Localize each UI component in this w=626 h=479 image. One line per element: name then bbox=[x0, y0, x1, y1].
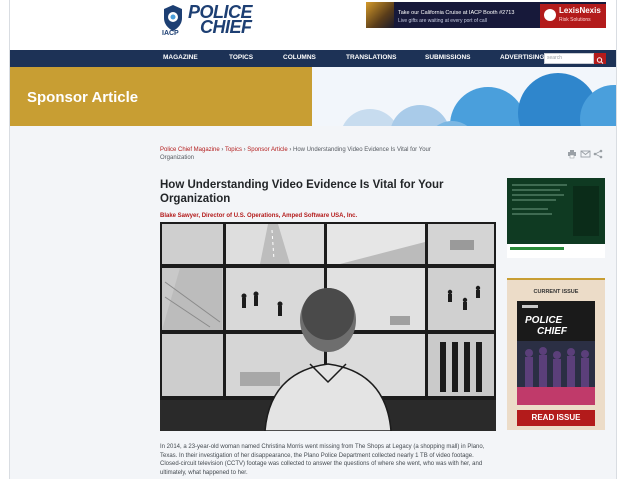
email-icon[interactable] bbox=[580, 150, 591, 158]
breadcrumb-link-topics[interactable]: Topics bbox=[225, 147, 242, 153]
search-icon bbox=[596, 57, 604, 64]
cctv-monitor-wall-image bbox=[160, 222, 496, 431]
banner-thumbnail bbox=[366, 2, 394, 28]
logo-word-chief: CHIEF bbox=[200, 17, 252, 37]
article-body-paragraph: In 2014, a 23-year-old woman named Chris… bbox=[160, 444, 485, 476]
breadcrumb-separator: › bbox=[221, 147, 224, 153]
lexisnexis-name: LexisNexis bbox=[559, 6, 601, 15]
current-issue-widget: CURRENT ISSUE POLICE CHIEF READ ISSUE bbox=[507, 278, 605, 430]
nav-item-translations[interactable]: TRANSLATIONS bbox=[346, 54, 396, 61]
cover-brand-police: POLICE bbox=[525, 315, 563, 326]
section-hero: Sponsor Article bbox=[10, 67, 616, 126]
breadcrumb-link-magazine[interactable]: Police Chief Magazine bbox=[160, 147, 220, 153]
article-byline: Blake Sawyer, Director of U.S. Operation… bbox=[160, 213, 358, 219]
lexisnexis-sub: Risk Solutions bbox=[559, 17, 591, 23]
share-icon[interactable] bbox=[593, 149, 603, 159]
site-header: IACP POLICE CHIEF Take our California Cr… bbox=[10, 0, 616, 50]
section-title: Sponsor Article bbox=[27, 89, 139, 106]
nav-item-topics[interactable]: TOPICS bbox=[229, 54, 253, 61]
breadcrumb-separator: › bbox=[243, 147, 246, 153]
lexisnexis-logo: LexisNexis Risk Solutions bbox=[540, 4, 606, 28]
search-input[interactable]: search bbox=[544, 53, 594, 64]
print-icon[interactable] bbox=[568, 150, 576, 159]
article-tools bbox=[567, 146, 607, 159]
cover-brand-chief: CHIEF bbox=[537, 326, 567, 337]
banner-line-2: Take our California Cruise at IACP Booth… bbox=[398, 10, 515, 16]
banner-line-3: Live gifts are waiting at every port of … bbox=[398, 18, 487, 24]
ad-artwork bbox=[512, 184, 599, 236]
read-issue-button[interactable]: READ ISSUE bbox=[517, 410, 595, 426]
current-issue-label: CURRENT ISSUE bbox=[533, 289, 579, 295]
advertisement-banner[interactable]: Take our California Cruise at IACP Booth… bbox=[366, 2, 606, 28]
main-nav: MAGAZINE TOPICS COLUMNS TRANSLATIONS SUB… bbox=[10, 50, 616, 67]
article-title: How Understanding Video Evidence Is Vita… bbox=[160, 179, 444, 205]
sidebar-advertisement[interactable] bbox=[507, 178, 605, 258]
breadcrumb-separator: › bbox=[289, 147, 292, 153]
ad-footer bbox=[507, 244, 605, 258]
lexisnexis-circle-icon bbox=[544, 9, 556, 21]
browser-page: IACP POLICE CHIEF Take our California Cr… bbox=[9, 0, 617, 479]
nav-item-columns[interactable]: COLUMNS bbox=[283, 54, 316, 61]
article-illustration bbox=[160, 222, 496, 431]
breadcrumb: Police Chief Magazine › Topics › Sponsor… bbox=[160, 146, 440, 162]
nav-item-advertising[interactable]: ADVERTISING bbox=[500, 54, 544, 61]
breadcrumb-link-sponsor[interactable]: Sponsor Article bbox=[247, 147, 287, 153]
magazine-cover[interactable]: POLICE CHIEF bbox=[517, 301, 595, 405]
site-logo[interactable]: IACP POLICE CHIEF bbox=[162, 3, 254, 40]
logo-org-text: IACP bbox=[162, 30, 179, 37]
ad-footer-bar bbox=[510, 247, 564, 250]
search-button[interactable] bbox=[594, 53, 606, 64]
nav-item-magazine[interactable]: MAGAZINE bbox=[163, 54, 198, 61]
nav-item-submissions[interactable]: SUBMISSIONS bbox=[425, 54, 471, 61]
